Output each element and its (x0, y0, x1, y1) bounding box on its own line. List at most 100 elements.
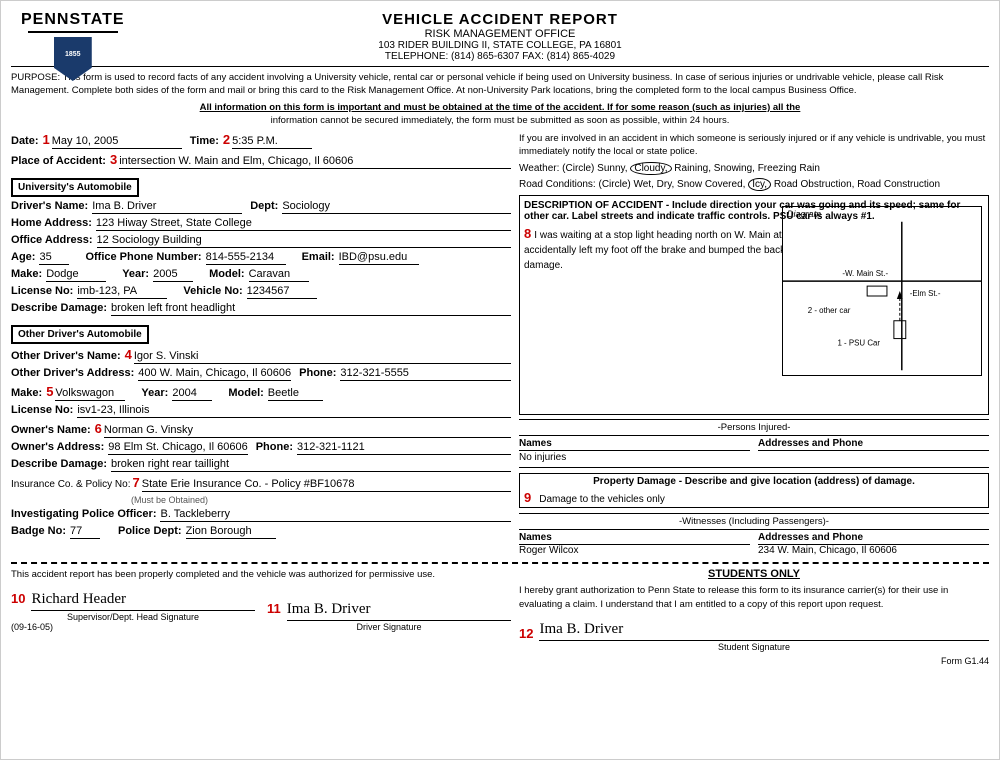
other-license-label: License No: (11, 404, 73, 416)
other-year-label: Year: (141, 387, 168, 399)
badge-field: Badge No: 77 (11, 525, 108, 539)
weather-sunny: Sunny, (597, 163, 627, 174)
weather-row: Weather: (Circle) Sunny, Cloudy, Raining… (519, 162, 989, 175)
sig2-number: 11 (267, 601, 281, 616)
model-value: Caravan (249, 268, 309, 282)
police-dept-value: Zion Borough (186, 525, 276, 539)
other-model-value: Beetle (268, 387, 323, 401)
phone-label: Office Phone Number: (85, 251, 201, 263)
police-dept-label: Police Dept: (118, 525, 182, 537)
witnesses-addresses-col: Addresses and Phone 234 W. Main, Chicago… (758, 532, 989, 556)
office-address-row: Office Address: 12 Sociology Building (11, 234, 511, 248)
witnesses-header: -Witnesses (Including Passengers)- (519, 513, 989, 530)
other-damage-row: Describe Damage: broken right rear taill… (11, 458, 511, 472)
license-value: imb-123, PA (77, 285, 167, 299)
license-vehicle-row: License No: imb-123, PA Vehicle No: 1234… (11, 285, 511, 299)
sig1-label: Supervisor/Dept. Head Signature (11, 612, 255, 622)
owner-name-row: Owner's Name: 6 Norman G. Vinsky (11, 421, 511, 438)
weather-cloudy-circle: Cloudy, (630, 162, 671, 175)
other-damage-value: broken right rear taillight (111, 458, 511, 472)
form-id: Form G1.44 (519, 656, 989, 666)
place-value: intersection W. Main and Elm, Chicago, I… (119, 155, 511, 169)
page: PENNSTATE 1855 VEHICLE ACCIDENT REPORT R… (0, 0, 1000, 760)
sig3-number: 12 (519, 626, 533, 641)
phone-value: 814-555-2134 (206, 251, 286, 265)
footer-left: This accident report has been properly c… (11, 568, 511, 666)
driver-name-label: Driver's Name: (11, 200, 88, 212)
witnesses-addresses-label: Addresses and Phone (758, 532, 989, 545)
vehicle-value: 1234567 (247, 285, 317, 299)
road-dry: Dry, (657, 179, 675, 190)
dept-value: Sociology (282, 200, 511, 214)
home-address-row: Home Address: 123 Hiway Street, State Co… (11, 217, 511, 231)
phone-field: Office Phone Number: 814-555-2134 (85, 251, 293, 265)
other-make-field: Make: 5 Volkswagon (11, 384, 133, 401)
other-model-field: Model: Beetle (228, 387, 330, 401)
time-label: Time: (190, 135, 219, 147)
notice-text: If you are involved in an accident in wh… (519, 132, 989, 159)
sig2-label: Driver Signature (267, 622, 511, 632)
owner-address-value: 98 Elm St. Chicago, Il 60606 (108, 441, 247, 455)
other-license-value: isv1-23, Illinois (77, 404, 511, 418)
dept-label: Dept: (250, 200, 278, 212)
owner-address-row: Owner's Address: 98 Elm St. Chicago, Il … (11, 441, 511, 455)
property-number: 9 (524, 490, 531, 505)
witnesses-names-label: Names (519, 532, 750, 545)
right-column: If you are involved in an accident in wh… (519, 132, 989, 557)
footer-text: This accident report has been properly c… (11, 568, 511, 581)
owner-name-number: 6 (95, 421, 102, 436)
main-title: VEHICLE ACCIDENT REPORT (378, 11, 621, 28)
purpose-text: PURPOSE: This form is used to record fac… (11, 71, 989, 98)
officer-row: Investigating Police Officer: B. Tackleb… (11, 508, 511, 522)
persons-addresses-label: Addresses and Phone (758, 438, 989, 451)
driver-name-value: Ima B. Driver (92, 200, 242, 214)
make-field: Make: Dodge (11, 268, 114, 282)
vehicle-field: Vehicle No: 1234567 (183, 285, 324, 299)
property-damage-box: Property Damage - Describe and give loca… (519, 473, 989, 508)
home-address-value: 123 Hiway Street, State College (96, 217, 511, 231)
license-label: License No: (11, 285, 73, 297)
other-make-label: Make: (11, 387, 42, 399)
other-make-value: Volkswagon (55, 387, 125, 401)
students-header: STUDENTS ONLY (519, 568, 989, 580)
email-field: Email: IBD@psu.edu (302, 251, 427, 265)
diagram-inner: -W. Main St.- -Elm St.- 1 - PSU Car (783, 221, 981, 371)
road-icy-circle: Icy, (748, 178, 771, 191)
other-license-row: License No: isv1-23, Illinois (11, 404, 511, 418)
other-year-field: Year: 2004 (141, 387, 220, 401)
logo-year: 1855 (65, 51, 81, 58)
witness-address1: 234 W. Main, Chicago, Il 60606 (758, 545, 989, 556)
car1-label: 1 - PSU Car (837, 339, 880, 348)
date-label: Date: (11, 135, 39, 147)
officer-label: Investigating Police Officer: (11, 508, 156, 520)
date-code: (09-16-05) (11, 622, 255, 632)
sig1-number: 10 (11, 591, 25, 606)
model-field: Model: Caravan (209, 268, 316, 282)
signature-row: 10 Richard Header Supervisor/Dept. Head … (11, 587, 511, 632)
sig2-block: 11 Ima B. Driver Driver Signature (267, 597, 511, 632)
insurance-value: State Erie Insurance Co. - Policy #BF106… (142, 478, 511, 492)
other-driver-phone-label: Phone: (299, 367, 336, 379)
age-phone-row: Age: 35 Office Phone Number: 814-555-213… (11, 251, 511, 265)
footer-right: STUDENTS ONLY I hereby grant authorizati… (519, 568, 989, 666)
other-driver-name-label: Other Driver's Name: (11, 350, 121, 362)
persons-names-col: Names No injuries (519, 438, 750, 463)
license-field: License No: imb-123, PA (11, 285, 175, 299)
logo-text: PENNSTATE (21, 11, 125, 29)
other-driver-name-number: 4 (125, 347, 132, 362)
logo-shield: 1855 (54, 37, 92, 81)
badge-label: Badge No: (11, 525, 66, 537)
road-construction: Road Construction (857, 179, 940, 190)
other-driver-name-value: Igor S. Vinski (134, 350, 511, 364)
date-time-row: Date: 1 May 10, 2005 Time: 2 5:35 P.M. (11, 132, 511, 149)
weather-label: Weather: (Circle) (519, 163, 594, 174)
insurance-row: Insurance Co. & Policy No: 7 State Erie … (11, 475, 511, 492)
other-driver-address-row: Other Driver's Address: 400 W. Main, Chi… (11, 367, 511, 381)
road-main-label: -W. Main St.- (842, 269, 888, 278)
place-row: Place of Accident: 3 intersection W. Mai… (11, 152, 511, 169)
weather-raining: Raining, (674, 163, 711, 174)
weather-snowing: Snowing, (714, 163, 755, 174)
year-field: Year: 2005 (122, 268, 201, 282)
owner-phone-label: Phone: (256, 441, 293, 453)
witnesses-names-col: Names Roger Wilcox (519, 532, 750, 556)
